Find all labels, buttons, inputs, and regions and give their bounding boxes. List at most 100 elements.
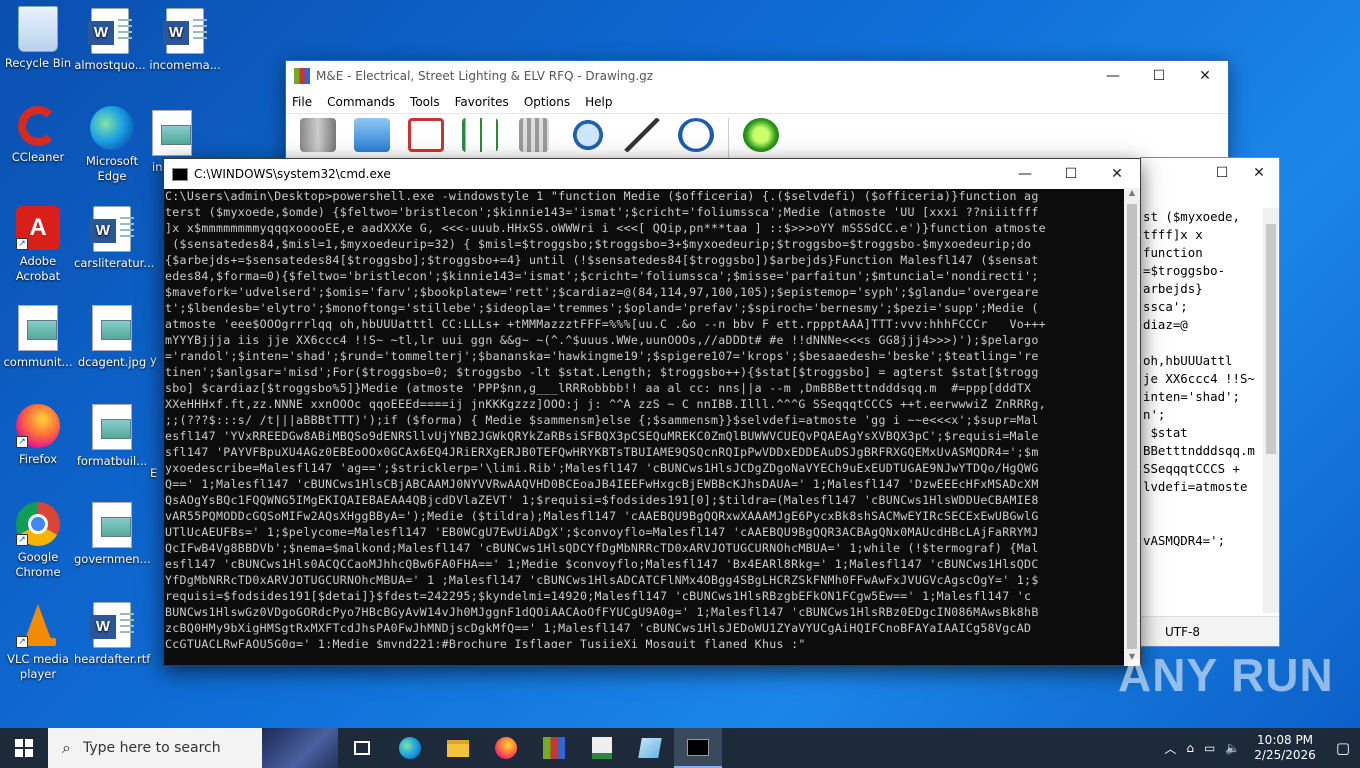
desktop-icon-incomema[interactable]: incomema... [147,8,223,73]
winrar-title-bar[interactable]: M&E - Electrical, Street Lighting & ELV … [286,61,1228,91]
cmd-scrollbar[interactable]: ▲ ▼ [1124,188,1140,666]
close-button[interactable]: ✕ [1094,159,1140,189]
console-line: yxoedescribe=Malesfl147 'ag==';$strickle… [165,461,1039,475]
desktop-icon-ccleaner[interactable]: CCleaner [0,106,76,165]
taskbar-cmd[interactable] [674,728,722,768]
desktop-icon-heardafter[interactable]: heardafter.rtf [74,602,150,667]
maximize-button[interactable]: ☐ [1205,158,1239,188]
menu-favorites[interactable]: Favorites [455,95,509,109]
encoding-label: UTF-8 [1165,625,1200,639]
taskbar-edge[interactable] [386,728,434,768]
console-line: mYYYBjjja iis jje XX6ccc4 !!S~ ~tl,lr uu… [165,333,1039,347]
menu-commands[interactable]: Commands [327,95,395,109]
maximize-button[interactable]: ☐ [1048,159,1094,189]
maximize-button[interactable]: ☐ [1136,61,1182,91]
test-icon [408,118,444,152]
notepad-line [1143,496,1255,514]
notepad-line: je XX6ccc4 !!S~ [1143,371,1255,386]
start-button[interactable] [0,728,48,768]
wizard-icon [624,118,660,152]
desktop-icon-vlc[interactable]: ↗ VLC media player [0,602,76,682]
cmd-title-bar[interactable]: C:\WINDOWS\system32\cmd.exe — ☐ ✕ [164,159,1140,189]
task-view-button[interactable] [338,728,386,768]
notifications-icon[interactable]: ▢ [1336,739,1350,757]
notepad-line: oh,hbUUUattl [1143,353,1233,368]
chart-app-icon [592,737,612,759]
search-icon: ⌕ [62,738,71,757]
desktop-icon-label: almostquo... [74,58,146,72]
winrar-window[interactable]: M&E - Electrical, Street Lighting & ELV … [285,60,1229,170]
menu-file[interactable]: File [292,95,312,109]
desktop-icon-almostquo[interactable]: almostquo... [72,8,148,73]
taskbar-chart-app[interactable] [578,728,626,768]
minimize-button[interactable]: — [1090,61,1136,91]
console-output[interactable]: C:\Users\admin\Desktop>powershell.exe -w… [165,188,1125,648]
info-icon [678,118,714,152]
notepad-line: ssca'; [1143,299,1188,314]
desktop-icon-recycle-bin[interactable]: Recycle Bin [0,6,76,71]
desktop-icon-chrome[interactable]: ↗ Google Chrome [0,502,76,580]
firefox-icon: ↗ [16,404,60,448]
notepad-text[interactable]: st ($myxoede, tfff]x x function =$troggsbo-… [1143,208,1255,550]
desktop-icon-partial-e[interactable]: E [150,466,164,481]
taskbar-file-explorer[interactable] [434,728,482,768]
notepad-line: vASMQDR4='; [1143,533,1226,548]
winrar-title: M&E - Electrical, Street Lighting & ELV … [316,69,654,83]
notepad-window[interactable]: ☐ ✕ st ($myxoede, tfff]x x function =$trogg… [1140,157,1280,647]
close-button[interactable]: ✕ [1182,61,1228,91]
desktop-icon-label: formatbuil... [76,454,148,468]
desktop-icon-governmen[interactable]: governmen... [74,502,151,567]
image-file-icon [92,502,132,548]
menu-help[interactable]: Help [585,95,612,109]
desktop-icon-partial-y[interactable]: y [150,353,164,368]
notepad-title-bar[interactable]: ☐ ✕ [1141,158,1279,188]
taskbar-search-box[interactable]: ⌕ Type here to search [48,728,338,768]
desktop-icon-label: communit... [3,355,73,369]
notepad-scrollbar[interactable] [1263,208,1279,613]
menu-options[interactable]: Options [524,95,570,109]
console-line: YfDgMbNRRcTD0xARVJOTUGCURNOhcMBUA=' 1 ;M… [165,573,1039,587]
cmd-window[interactable]: C:\WINDOWS\system32\cmd.exe — ☐ ✕ C:\Use… [163,158,1141,666]
scrollbar-thumb[interactable] [1266,224,1276,454]
shortcut-arrow-icon: ↗ [16,636,28,648]
desktop-icon-carsliterature[interactable]: carsliteratur... [74,206,154,271]
desktop-icon-adobe-acrobat[interactable]: A ↗ Adobe Acrobat [0,206,76,284]
battery-icon[interactable]: ▭ [1204,741,1215,755]
console-line: vAR55PQMODDcGQSoMIFw2AQsXHggBByA=');Medi… [165,509,1039,523]
image-file-icon [18,305,58,351]
desktop-icon-formatbuil[interactable]: formatbuil... [74,404,150,469]
desktop-icon-communit[interactable]: communit... [0,305,76,370]
notepad-line [1143,514,1255,532]
desktop-icon-edge[interactable]: Microsoft Edge [74,106,150,184]
search-placeholder: Type here to search [82,740,221,756]
close-button[interactable]: ✕ [1239,158,1279,188]
word-document-icon [163,8,207,54]
cmd-icon [687,738,709,756]
desktop-icon-dcagent[interactable]: dcagent.jpg [74,305,150,370]
console-line: {$arbejds+=$sensatedes84[$troggsbo];$tro… [165,253,1039,267]
network-icon[interactable]: ⌂ [1186,741,1194,755]
menu-tools[interactable]: Tools [410,95,440,109]
taskbar-notepad[interactable] [626,728,674,768]
console-line: terst ($myxoede,$omde) {$feltwo='bristle… [165,205,1039,219]
scroll-up-arrow-icon[interactable]: ▲ [1124,188,1140,202]
word-document-icon [90,602,134,648]
minimize-button[interactable]: — [1002,159,1048,189]
volume-icon[interactable]: 🔈 [1225,741,1240,755]
taskbar-winrar[interactable] [530,728,578,768]
chevron-up-icon[interactable]: ︿ [1164,740,1176,757]
console-line: requisi=$fodsides191[$detai]}$fdest=2422… [165,589,1032,603]
notepad-status-bar: UTF-8 [1141,616,1279,646]
console-line: ;;(???$:::s/ /t|||aBBBtTTT)');if ($forma… [165,413,1039,427]
chrome-icon: ↗ [16,502,60,546]
virus-scan-icon [743,118,779,152]
clock[interactable]: 10:08 PM 2/25/2026 [1250,733,1320,763]
notepad-line: SSeqqqtCCCS + [1143,461,1240,476]
console-line: XXeHHHxf.ft,zz.NNNE xxnOOOc qqoEEEd====i… [165,397,1046,411]
taskbar-firefox[interactable] [482,728,530,768]
notepad-line: st ($myxoede, [1143,209,1240,224]
notepad-line: n'; [1143,407,1166,422]
scrollbar-thumb[interactable] [1127,204,1137,649]
desktop-icon-firefox[interactable]: ↗ Firefox [0,404,76,467]
console-line: QcIFwB4Vg8BBDVb';$nema=$malkond;Malesfl1… [165,541,1039,555]
